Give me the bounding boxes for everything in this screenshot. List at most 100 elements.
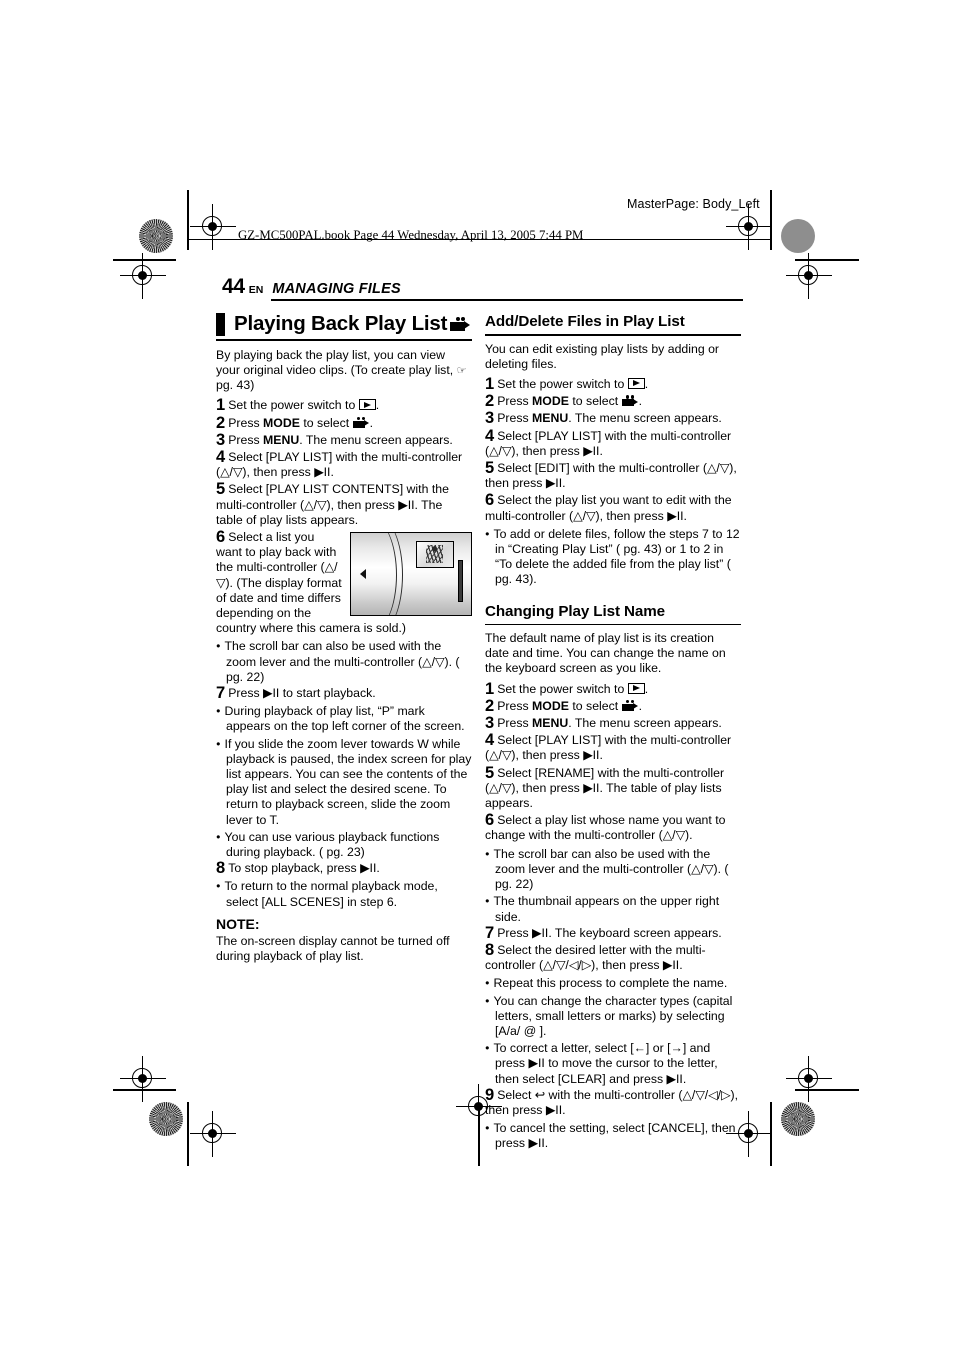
registration-mark-right-lower — [786, 1056, 832, 1102]
page-title: Playing Back Play List — [216, 312, 447, 336]
s2-step-1: 1 Set the power switch to . — [485, 679, 741, 698]
s1-step-5: 5 Select [EDIT] with the multi-controller… — [485, 460, 741, 491]
left-intro-text: By playing back the play list, you can v… — [216, 347, 454, 377]
page-number: 44 — [222, 275, 245, 298]
s1-step-1: 1 Set the power switch to . — [485, 374, 741, 393]
step-number: 7 — [216, 683, 226, 702]
bullet-text: To return to the normal playback mode, s… — [224, 879, 438, 909]
bullet-text: The scroll bar can also be used with the… — [224, 639, 460, 684]
thumbnail-preview — [416, 540, 454, 568]
section-heading-changing-name: Changing Play List Name — [485, 602, 665, 620]
step-text-end: . — [369, 415, 374, 430]
s2-step-2: 2 Press MODE to select . — [485, 698, 741, 715]
button-name-mode: MODE — [263, 415, 300, 430]
page-title-text: Playing Back Play List — [234, 312, 448, 335]
step-text: To stop playback, press ▶II. — [228, 861, 380, 876]
step-number: 6 — [216, 527, 226, 546]
step-number: 1 — [485, 374, 495, 393]
step-2: 2 Press MODE to select . — [216, 414, 472, 431]
halftone-dot-top-left — [139, 219, 173, 253]
step-number: 4 — [485, 731, 495, 750]
running-head-rule — [271, 299, 743, 301]
trim-mark-vertical-right — [770, 190, 772, 250]
step-8: 8 To stop playback, press ▶II. — [216, 859, 472, 878]
s2-step-5: 5 Select [RENAME] with the multi-controll… — [485, 764, 741, 812]
section-rule-1 — [485, 334, 741, 336]
step-number: 2 — [485, 392, 495, 411]
masterpage-label: MasterPage: Body_Left — [627, 197, 760, 211]
halftone-dot-bottom-left — [149, 1102, 183, 1136]
trim-mark-horizontal-bottom-right — [795, 1089, 859, 1091]
halftone-dot-top-right — [781, 219, 815, 253]
note-label: NOTE: — [216, 915, 260, 932]
registration-mark-left-upper — [120, 253, 166, 299]
s2-step-3: 3 Press MENU. The menu screen appears. — [485, 715, 741, 732]
step-text-mid: to select — [568, 698, 622, 713]
title-bar-decoration — [216, 312, 225, 336]
trim-mark-vertical-bottom-left — [187, 1102, 189, 1166]
bullet-zoom-lever: If you slide the zoom lever towards W wh… — [216, 736, 472, 828]
halftone-dot-bottom-right — [781, 1102, 815, 1136]
scroll-bar-indicator — [458, 559, 463, 602]
button-name-menu: MENU — [263, 432, 300, 447]
step-text-end: . — [644, 376, 649, 391]
step-text-end: . — [638, 394, 643, 409]
bullet-text: Repeat this process to complete the name… — [493, 976, 728, 991]
left-column: Playing Back Play List By playing back t… — [216, 312, 472, 969]
reference-hand-icon: ☞ — [456, 363, 467, 377]
step-number: 4 — [216, 447, 226, 466]
registration-mark-right-upper — [786, 253, 832, 299]
step-number: 9 — [485, 1085, 495, 1104]
step-text-end: . The menu screen appears. — [568, 716, 722, 731]
book-file-info: GZ-MC500PAL.book Page 44 Wednesday, Apri… — [238, 228, 584, 242]
step-text-mid: to select — [299, 415, 353, 430]
s2-step-4: 4 Select [PLAY LIST] with the multi-contr… — [485, 731, 741, 763]
step-text: Set the power switch to — [228, 398, 359, 413]
step-text: Select [PLAY LIST] with the multi-contro… — [485, 428, 732, 458]
step-text: Select the play list you want to edit wi… — [485, 493, 732, 523]
bullet-character-types: You can change the character types (capi… — [485, 993, 741, 1040]
trim-mark-vertical-left — [187, 190, 189, 250]
left-intro: By playing back the play list, you can v… — [216, 348, 472, 394]
step-3: 3 Press MENU. The menu screen appears. — [216, 430, 472, 449]
step-text-mid: to select — [568, 394, 622, 409]
step-number: 6 — [485, 491, 495, 510]
step-text-end: . The menu screen appears. — [568, 411, 722, 426]
step-text: Select [EDIT] with the multi-controller … — [485, 460, 737, 491]
bullet-scroll-bar: The scroll bar can also be used with the… — [216, 638, 472, 685]
bullet-thumbnail: The thumbnail appears on the upper right… — [485, 893, 741, 924]
s2-step-6: 6 Select a play list whose name you want … — [485, 811, 741, 843]
registration-mark-left-lower — [120, 1056, 166, 1102]
s1-step-2: 2 Press MODE to select . — [485, 392, 741, 411]
step-text-end: . The menu screen appears. — [299, 432, 453, 447]
bullet-text: During playback of play list, “P” mark a… — [224, 704, 465, 734]
right-column: Add/Delete Files in Play List You can ed… — [485, 312, 741, 1153]
s2-step-8: 8 Select the desired letter with the mult… — [485, 940, 741, 973]
step-number: 8 — [216, 859, 226, 878]
bullet-all-scenes: To return to the normal playback mode, s… — [216, 878, 472, 909]
step-text: Press — [497, 698, 533, 713]
camcorder-icon — [621, 395, 639, 407]
step-text: Press — [228, 415, 264, 430]
button-name-menu: MENU — [532, 716, 569, 731]
step-number: 8 — [485, 940, 495, 959]
step-number: 6 — [485, 811, 495, 830]
step-number: 3 — [216, 430, 226, 449]
step-5: 5 Select [PLAY LIST CONTENTS] with the mu… — [216, 480, 472, 528]
step-text: Set the power switch to — [497, 376, 628, 391]
left-intro-reference: pg. 43) — [216, 378, 255, 393]
step-7: 7 Press ▶II to start playback. — [216, 683, 472, 702]
bullet-playback-functions: You can use various playback functions d… — [216, 829, 472, 860]
step-number: 1 — [485, 679, 495, 698]
step-text-end: . — [644, 681, 649, 696]
step-1: 1 Set the power switch to . — [216, 397, 472, 414]
left-title-row: Playing Back Play List — [216, 312, 472, 336]
s2-step-7: 7 Press ▶II. The keyboard screen appears. — [485, 924, 741, 941]
bullet-text: You can use various playback functions d… — [224, 829, 440, 859]
s1-step-4: 4 Select [PLAY LIST] with the multi-contr… — [485, 427, 741, 459]
language-code: EN — [248, 284, 264, 296]
step-number: 5 — [216, 480, 226, 499]
play-icon — [358, 399, 376, 411]
step-text-end: . — [375, 398, 380, 413]
